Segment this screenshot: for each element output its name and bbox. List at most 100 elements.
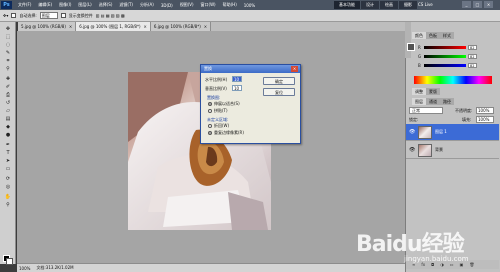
slider-value-input[interactable]: 82 bbox=[468, 53, 477, 59]
horizontal-scale-label: 水平比例(H) bbox=[205, 77, 228, 82]
opacity-input[interactable]: 100% bbox=[476, 107, 494, 114]
slider-track[interactable] bbox=[424, 54, 466, 58]
repeat-edge-pixels-radio[interactable] bbox=[208, 131, 212, 135]
tab-channels[interactable]: 通道 bbox=[426, 98, 440, 105]
wrap-around-radio[interactable] bbox=[208, 124, 212, 128]
menu-window[interactable]: 窗口(W) bbox=[199, 2, 218, 8]
blur-tool-icon[interactable]: ◆ bbox=[4, 124, 12, 130]
close-icon[interactable]: × bbox=[69, 22, 72, 31]
layers-panel-tabs: 图层 通道 路径 bbox=[412, 98, 454, 105]
path-select-tool-icon[interactable]: ➤ bbox=[4, 158, 12, 164]
tile-radio[interactable] bbox=[208, 109, 212, 113]
photoshop-window: Ps 文件(F) 编辑(E) 图像(I) 图层(L) 选择(S) 滤镜(T) 分… bbox=[0, 0, 500, 272]
tile-label: 拼贴(T) bbox=[214, 108, 228, 113]
watermark: Baidu经验 jingyan.baidu.com bbox=[356, 226, 498, 266]
move-tool-icon[interactable]: ✥▾ bbox=[3, 13, 8, 18]
crop-tool-icon[interactable]: ⌗ bbox=[4, 58, 12, 64]
brush-tool-icon[interactable]: ✐ bbox=[4, 84, 12, 90]
layer-row-background[interactable]: 👁 背景 bbox=[406, 142, 499, 159]
hand-tool-icon[interactable]: ✋ bbox=[4, 194, 12, 200]
history-brush-tool-icon[interactable]: ↺ bbox=[4, 100, 12, 106]
3d-camera-tool-icon[interactable]: ◎ bbox=[4, 184, 12, 190]
tab-styles[interactable]: 样式 bbox=[440, 32, 454, 39]
workspace-painting[interactable]: 绘画 bbox=[380, 1, 398, 9]
tab-doc-2[interactable]: 6.jpg @ 100% (图层 1, RGB/8*) × bbox=[76, 22, 151, 31]
stretch-to-fit-radio[interactable] bbox=[208, 102, 212, 106]
cs-live-button[interactable]: CS Live bbox=[418, 1, 433, 9]
menu-3d[interactable]: 3D(D) bbox=[159, 3, 175, 8]
slider-value-input[interactable]: 82 bbox=[468, 44, 477, 50]
ok-button[interactable]: 确定 bbox=[263, 77, 295, 85]
healing-brush-tool-icon[interactable]: ✚ bbox=[4, 76, 12, 82]
menu-analysis[interactable]: 分析(A) bbox=[138, 2, 156, 8]
zoom-tool-icon[interactable]: ⚲ bbox=[4, 202, 12, 208]
status-zoom[interactable]: 100% bbox=[19, 266, 30, 271]
menu-layer[interactable]: 图层(L) bbox=[76, 2, 93, 8]
slider-r: R 82 bbox=[418, 44, 498, 50]
slider-track[interactable] bbox=[424, 63, 466, 67]
dodge-tool-icon[interactable]: ● bbox=[4, 132, 12, 138]
menu-edit[interactable]: 编辑(E) bbox=[36, 2, 54, 8]
vertical-scale-label: 垂直比例(V) bbox=[205, 86, 227, 91]
auto-select-dropdown[interactable]: 图层 bbox=[39, 12, 58, 19]
show-transform-checkbox[interactable] bbox=[60, 13, 66, 18]
slider-track[interactable] bbox=[424, 45, 466, 49]
foreground-color-chip[interactable] bbox=[407, 43, 415, 51]
lasso-tool-icon[interactable]: ◌ bbox=[4, 42, 12, 48]
options-bar: ✥▾ 自动选择: 图层 显示变换控件 ▥ ▤ ▦ ▧ ▨ ▩ bbox=[0, 10, 500, 22]
slider-value-input[interactable]: 82 bbox=[468, 62, 477, 68]
toolbox: ✥ ⬚ ◌ ✎ ⌗ ⚲ ✚ ✐ ⎙ ↺ ▱ ▤ ◆ ● ✒ T ➤ ▭ ⟳ ◎ … bbox=[0, 22, 16, 265]
eyedropper-tool-icon[interactable]: ⚲ bbox=[4, 66, 12, 72]
maximize-button[interactable]: □ bbox=[473, 1, 482, 8]
close-button[interactable]: × bbox=[484, 1, 493, 8]
menu-filter[interactable]: 滤镜(T) bbox=[117, 2, 135, 8]
dialog-close-button[interactable]: × bbox=[291, 66, 298, 72]
type-tool-icon[interactable]: T bbox=[4, 150, 12, 156]
collapsed-panel-icons[interactable] bbox=[405, 22, 411, 58]
tab-masks[interactable]: 蒙版 bbox=[426, 88, 440, 95]
menu-view[interactable]: 视图(V) bbox=[178, 2, 196, 8]
vertical-scale-input[interactable]: 10 bbox=[232, 85, 242, 91]
move-tool-icon[interactable]: ✥ bbox=[4, 26, 12, 32]
align-icons[interactable]: ▥ ▤ ▦ ▧ ▨ ▩ bbox=[96, 13, 125, 18]
workspace-photography[interactable]: 摄影 bbox=[399, 1, 417, 9]
gradient-tool-icon[interactable]: ▤ bbox=[4, 116, 12, 122]
workspace-design[interactable]: 设计 bbox=[361, 1, 379, 9]
eye-icon[interactable]: 👁 bbox=[409, 147, 415, 153]
clone-stamp-tool-icon[interactable]: ⎙ bbox=[4, 92, 12, 98]
marquee-tool-icon[interactable]: ⬚ bbox=[4, 34, 12, 40]
close-icon[interactable]: × bbox=[144, 22, 147, 31]
tab-doc-3[interactable]: 6.jpg @ 100% (RGB/8*) × bbox=[150, 22, 212, 31]
eraser-tool-icon[interactable]: ▱ bbox=[4, 108, 12, 114]
blend-mode-dropdown[interactable]: 正常 bbox=[409, 107, 443, 114]
menu-select[interactable]: 选择(S) bbox=[97, 2, 115, 8]
tab-paths[interactable]: 路径 bbox=[440, 98, 454, 105]
auto-select-checkbox[interactable] bbox=[11, 13, 17, 18]
window-controls: _ □ × bbox=[462, 1, 493, 8]
close-icon[interactable]: × bbox=[204, 22, 207, 31]
tab-doc-1[interactable]: 5.jpg @ 100% (RGB/8) × bbox=[18, 22, 77, 31]
tab-swatches[interactable]: 色板 bbox=[426, 32, 440, 39]
zoom-level[interactable]: 100% bbox=[242, 3, 257, 8]
tab-adjustments[interactable]: 调整 bbox=[412, 88, 426, 95]
layer-row-layer-1[interactable]: 👁 图层 1 bbox=[406, 124, 499, 141]
fill-input[interactable]: 100% bbox=[476, 116, 494, 123]
menu-image[interactable]: 图像(I) bbox=[57, 2, 73, 8]
pen-tool-icon[interactable]: ✒ bbox=[4, 142, 12, 148]
menu-help[interactable]: 帮助(H) bbox=[221, 2, 239, 8]
minimize-button[interactable]: _ bbox=[462, 1, 471, 8]
eye-icon[interactable]: 👁 bbox=[409, 129, 415, 135]
tab-color[interactable]: 颜色 bbox=[412, 32, 426, 39]
menu-file[interactable]: 文件(F) bbox=[16, 2, 33, 8]
horizontal-scale-input[interactable]: 10 bbox=[232, 76, 242, 82]
stretch-to-fit-label: 伸展以适合(S) bbox=[214, 101, 240, 106]
quick-select-tool-icon[interactable]: ✎ bbox=[4, 50, 12, 56]
workspace-essentials[interactable]: 基本功能 bbox=[334, 1, 360, 9]
shape-tool-icon[interactable]: ▭ bbox=[4, 166, 12, 172]
tab-layers[interactable]: 图层 bbox=[412, 98, 426, 105]
3d-rotate-tool-icon[interactable]: ⟳ bbox=[4, 176, 12, 182]
color-spectrum-bar[interactable] bbox=[414, 76, 492, 84]
reset-button[interactable]: 复位 bbox=[263, 88, 295, 96]
auto-select-label: 自动选择: bbox=[19, 12, 37, 18]
background-color-swatch[interactable] bbox=[6, 258, 13, 265]
